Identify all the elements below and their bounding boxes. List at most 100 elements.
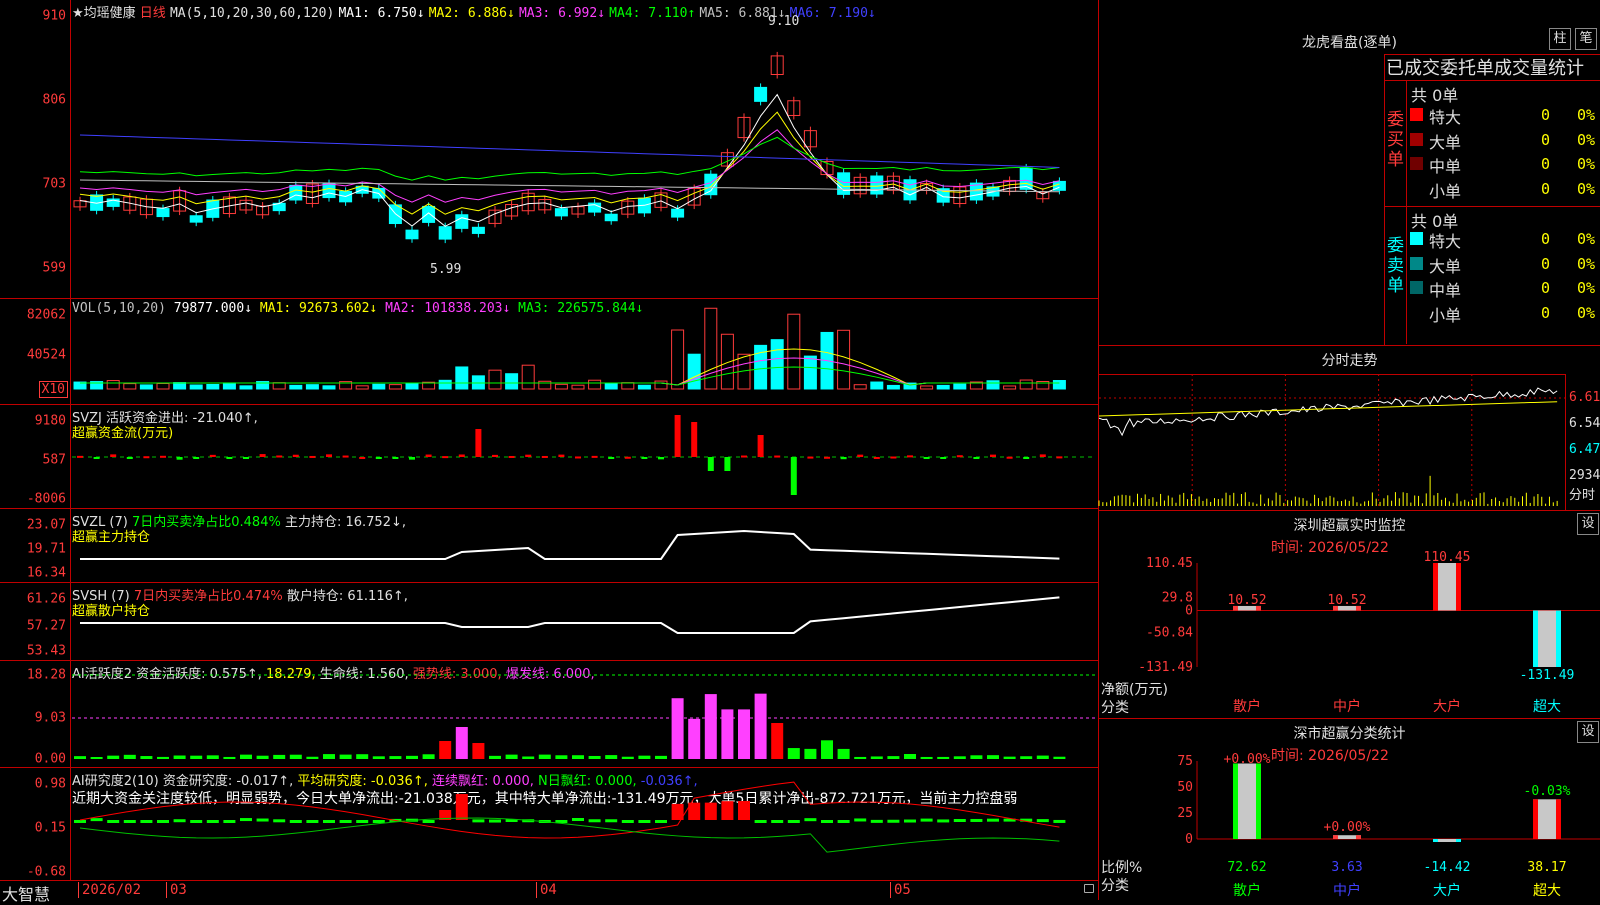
research-bar [854, 818, 867, 822]
flow-bar [226, 457, 233, 459]
volume-bar [106, 380, 120, 390]
research-bar [987, 818, 999, 822]
svzj-chart[interactable] [0, 405, 1098, 508]
volume-chart[interactable] [0, 299, 1098, 404]
activity-bar [671, 698, 684, 759]
flow-bar [1006, 456, 1013, 459]
order-count: 0 [1541, 130, 1551, 149]
research-bar [738, 800, 750, 820]
research-bar [273, 819, 286, 823]
change-label: +0.00% [1324, 820, 1371, 835]
activity-bar [1020, 756, 1033, 759]
activity-bar [90, 756, 103, 759]
flow-bar [292, 454, 299, 457]
svzj-panel[interactable]: 9180 587 -8006 SVZJ 活跃资金进出: -21.040↑, 超赢… [0, 405, 1098, 509]
volume-bar [554, 383, 568, 390]
volume-bar [289, 384, 303, 390]
ai-activity-chart[interactable] [0, 661, 1098, 767]
svsh-panel[interactable]: 61.26 57.27 53.43 SVSH (7) 7日内买卖净占比0.474… [0, 583, 1098, 661]
dragon-title: 龙虎看盘(逐单) [1302, 35, 1397, 51]
activity-bar [240, 754, 252, 759]
flow-bar [425, 454, 432, 457]
activity-bar [1036, 755, 1049, 759]
research-bar [1036, 819, 1049, 823]
activity-bar [704, 694, 717, 759]
flow-bar [990, 454, 996, 457]
holding-line [80, 596, 1060, 634]
research-bar [140, 820, 153, 823]
flow-bar [824, 456, 830, 459]
y-tick: -50.84 [1146, 625, 1193, 640]
candle [438, 226, 452, 240]
low-price-label: 5.99 [430, 262, 462, 277]
volume-bar [621, 382, 635, 390]
flow-bar [624, 456, 631, 459]
activity-bar [638, 755, 651, 759]
flow-bar [641, 457, 648, 459]
volume-bar [837, 329, 851, 390]
research-bar [638, 820, 651, 823]
legend-swatch [1410, 256, 1423, 270]
volume-bar [604, 383, 618, 390]
classify-bar-chart[interactable]: 75 50 25 0 72.62 散户 3.63 中户 -14.42 大户 38.17 超大 +0.00… [1099, 719, 1600, 900]
activity-bar [870, 756, 883, 759]
intraday-panel[interactable]: 分时走势 6.61 6.54 6.47 2934 分时 [1098, 346, 1600, 511]
flow-bar [774, 455, 781, 458]
bar-mode-button[interactable]: 柱 [1549, 28, 1571, 50]
order-count: 0 [1541, 279, 1551, 297]
volume-bar [322, 385, 336, 390]
svzl-chart[interactable] [0, 509, 1098, 582]
x-tick: 2026/02 [78, 882, 141, 898]
y-tick: 25 [1177, 806, 1193, 821]
volume-bar [803, 355, 817, 390]
research-bar [256, 818, 269, 822]
ai-research-chart[interactable] [0, 768, 1098, 880]
flow-bar [259, 454, 266, 457]
category-label: 大户 [1433, 698, 1461, 715]
candlestick-chart[interactable] [0, 0, 1098, 298]
intraday-chart[interactable] [1098, 346, 1600, 510]
research-bar [655, 820, 667, 823]
flow-bar [143, 456, 150, 459]
research-bar [787, 820, 800, 823]
monitor-bar-chart[interactable]: 110.4529.80-50.84-131.4910.52散户10.52中户11… [1099, 511, 1600, 718]
category-label: 散户 [1233, 882, 1261, 899]
volume-bar [305, 384, 319, 390]
volume-bar [538, 380, 552, 390]
ai-activity-panel[interactable]: 18.28 9.03 0.00 AI活跃度2 资金活跃度: 0.575↑, 18… [0, 661, 1098, 768]
flow-bar [243, 457, 249, 459]
kline-panel[interactable]: 910 806 703 599 ★均瑶健康 日线 MA(5,10,20,30,6… [0, 0, 1098, 299]
lock-icon[interactable] [1084, 884, 1094, 893]
legend-swatch [1410, 281, 1423, 294]
order-pct: 0% [1577, 279, 1596, 297]
stats-divider [1384, 80, 1600, 81]
ai-research-panel[interactable]: 0.98 0.15 -0.68 AI研究度2(10) 资金研究度: -0.017… [0, 768, 1098, 880]
activity-bar [538, 754, 551, 759]
classify-stats-panel[interactable]: 深市超赢分类统计 设 时间: 2026/05/22 比例% 分类 75 50 25 0… [1099, 719, 1600, 900]
category-label: 大户 [1433, 882, 1461, 899]
svsh-chart[interactable] [0, 583, 1098, 660]
volume-ma-line [80, 357, 1060, 386]
order-size-label: 中单 [1429, 157, 1462, 176]
value-label: -131.49 [1520, 668, 1575, 683]
research-bar [953, 819, 966, 823]
activity-bar [555, 755, 568, 759]
activity-bar [572, 755, 584, 759]
candle [322, 183, 336, 199]
research-bar [588, 819, 601, 823]
activity-bar [688, 718, 701, 759]
candle [671, 208, 685, 218]
category-label: 中户 [1333, 698, 1361, 715]
realtime-monitor-panel[interactable]: 深圳超赢实时监控 设 时间: 2026/05/22 净额(万元) 分类 110.… [1099, 511, 1600, 719]
volume-panel[interactable]: 82062 40524 X10 VOL(5,10,20) 79877.000↓ … [0, 299, 1098, 405]
candle [289, 184, 303, 201]
svzl-panel[interactable]: 23.07 19.71 16.34 SVZL (7) 7日内买卖净占比0.484… [0, 509, 1098, 583]
activity-bar [787, 748, 800, 759]
legend-swatch [1410, 305, 1423, 319]
order-size-label: 特大 [1429, 108, 1462, 127]
activity-bar [588, 755, 601, 759]
flow-bar [575, 456, 581, 459]
tick-mode-button[interactable]: 笔 [1575, 28, 1597, 50]
volume-bar [986, 380, 1000, 390]
activity-bar [721, 709, 734, 759]
